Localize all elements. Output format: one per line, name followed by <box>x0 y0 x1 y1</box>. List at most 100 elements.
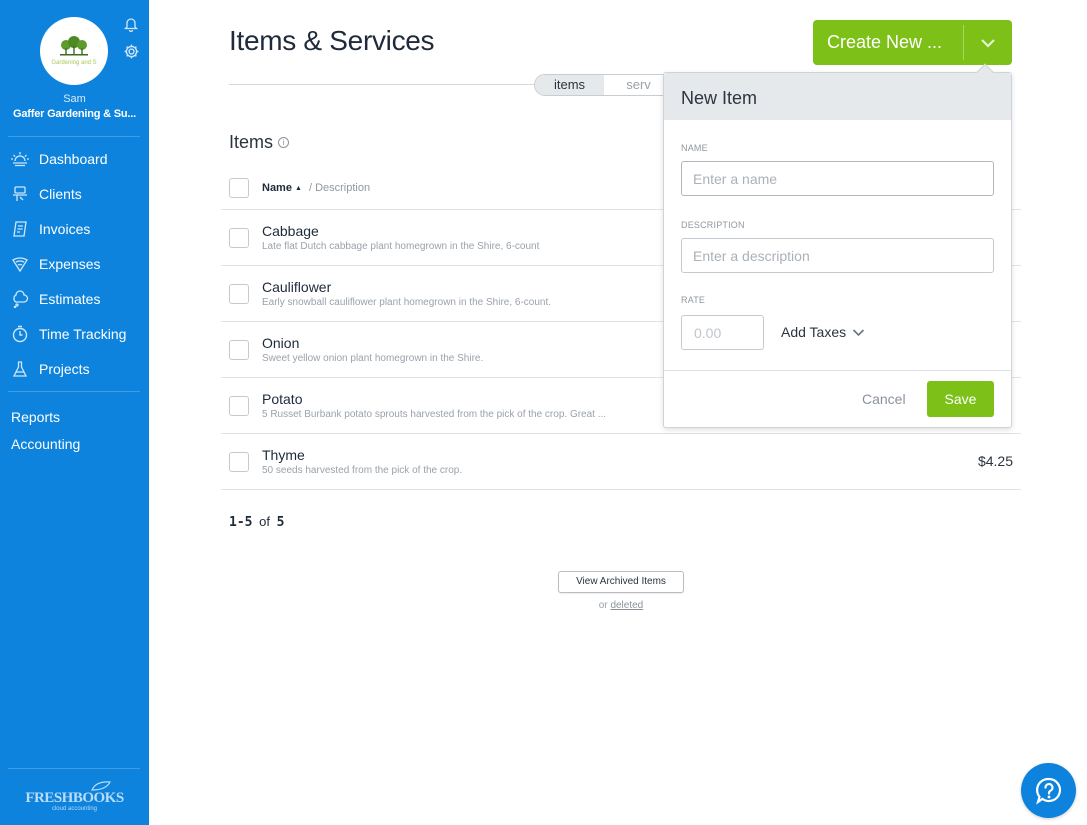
row-text: Thyme 50 seeds harvested from the pick of… <box>262 447 462 476</box>
name-column-header[interactable]: Name ▲ / Description <box>262 182 370 194</box>
info-icon[interactable]: i <box>278 137 290 148</box>
create-new-button[interactable]: Create New ... <box>813 20 963 65</box>
estimates-icon <box>10 289 30 309</box>
name-header-label: Name <box>262 182 292 194</box>
tree-logo-icon <box>60 36 88 56</box>
gear-icon[interactable] <box>122 42 140 60</box>
sidebar-divider <box>8 391 140 392</box>
sidebar-item-dashboard[interactable]: Dashboard <box>0 141 149 176</box>
description-label: DESCRIPTION <box>681 220 745 230</box>
page-total: 5 <box>276 515 285 530</box>
item-description: 50 seeds harvested from the pick of the … <box>262 465 463 476</box>
stopwatch-icon <box>10 324 30 344</box>
save-button[interactable]: Save <box>927 381 994 417</box>
item-name[interactable]: Onion <box>262 335 483 351</box>
help-button[interactable] <box>1021 763 1076 818</box>
sidebar-item-label: Estimates <box>39 290 101 307</box>
brand-tagline: cloud accounting <box>51 806 98 812</box>
slash-separator: / <box>305 182 316 194</box>
create-new-button-group: Create New ... <box>813 20 1012 65</box>
dashboard-icon <box>10 149 30 169</box>
sidebar-item-clients[interactable]: Clients <box>0 176 149 211</box>
sidebar-item-estimates[interactable]: Estimates <box>0 281 149 316</box>
item-name[interactable]: Cauliflower <box>262 279 551 295</box>
freshbooks-logo: FRESHBOOKS cloud accounting <box>0 778 149 812</box>
title-divider <box>229 84 539 85</box>
company-avatar[interactable]: Gardening and S <box>40 17 108 85</box>
create-new-dropdown-button[interactable] <box>964 20 1012 65</box>
sidebar: Gardening and S Sam Gaffer Gardening & S… <box>0 0 149 825</box>
sidebar-item-label: Invoices <box>39 220 91 237</box>
row-text: Cabbage Late flat Dutch cabbage plant hom… <box>262 223 539 252</box>
row-checkbox[interactable] <box>229 283 249 304</box>
item-description: Sweet yellow onion plant homegrown in th… <box>262 353 484 364</box>
sidebar-item-accounting[interactable]: Accounting <box>11 431 80 458</box>
add-taxes-dropdown[interactable]: Add Taxes <box>781 324 865 340</box>
user-name: Sam <box>63 93 86 105</box>
rate-label: RATE <box>681 295 706 305</box>
company-name[interactable]: Gaffer Gardening & Su... <box>0 108 149 120</box>
sort-ascending-icon: ▲ <box>294 184 302 192</box>
description-input[interactable] <box>681 238 994 273</box>
item-description: 5 Russet Burbank potato sprouts harveste… <box>262 409 607 420</box>
sidebar-item-label: Dashboard <box>39 150 108 167</box>
sidebar-divider <box>8 768 140 769</box>
pagination-summary: 1-5 of 5 <box>229 514 284 530</box>
cancel-button[interactable]: Cancel <box>862 391 906 407</box>
sidebar-divider <box>8 136 140 137</box>
clients-icon <box>10 184 30 204</box>
item-name[interactable]: Cabbage <box>262 223 539 239</box>
brand-name: FRESHBOOKS <box>25 790 124 806</box>
sidebar-item-reports[interactable]: Reports <box>11 404 80 431</box>
sidebar-item-time-tracking[interactable]: Time Tracking <box>0 316 149 351</box>
row-text: Potato 5 Russet Burbank potato sprouts ha… <box>262 391 606 420</box>
sidebar-item-label: Projects <box>39 360 90 377</box>
chevron-down-icon <box>853 328 865 336</box>
table-row[interactable]: Thyme 50 seeds harvested from the pick of… <box>221 434 1021 490</box>
rate-input[interactable] <box>681 315 764 350</box>
name-label: NAME <box>681 143 708 153</box>
items-heading: Items i <box>229 132 290 153</box>
expenses-icon <box>10 254 30 274</box>
description-header-label[interactable]: Description <box>315 182 370 194</box>
sidebar-item-invoices[interactable]: Invoices <box>0 211 149 246</box>
sidebar-item-label: Clients <box>39 185 82 202</box>
avatar-text: Gardening and S <box>51 60 97 66</box>
sidebar-item-label: Expenses <box>39 255 101 272</box>
new-item-popover: New Item NAME DESCRIPTION RATE Add Taxes… <box>663 63 1012 428</box>
item-name[interactable]: Potato <box>262 391 606 407</box>
or-text: or <box>598 600 608 611</box>
item-name[interactable]: Thyme <box>262 447 462 463</box>
popover-divider <box>664 370 1011 371</box>
flask-icon <box>10 359 30 379</box>
row-text: Cauliflower Early snowball cauliflower pl… <box>262 279 551 308</box>
chevron-down-icon <box>981 38 995 48</box>
sidebar-item-projects[interactable]: Projects <box>0 351 149 386</box>
toggle-items[interactable]: items <box>535 75 604 95</box>
or-deleted: or deleted <box>558 600 684 611</box>
item-description: Late flat Dutch cabbage plant homegrown … <box>262 241 540 252</box>
row-checkbox[interactable] <box>229 227 249 248</box>
popover-title: New Item <box>664 73 1011 120</box>
sidebar-item-expenses[interactable]: Expenses <box>0 246 149 281</box>
help-chat-icon <box>1035 777 1061 805</box>
app: Gardening and S Sam Gaffer Gardening & S… <box>0 0 1087 825</box>
invoices-icon <box>10 219 30 239</box>
row-checkbox[interactable] <box>229 395 249 416</box>
deleted-link[interactable]: deleted <box>610 600 643 611</box>
sidebar-secondary-nav: Reports Accounting <box>11 404 80 458</box>
page-title: Items & Services <box>229 25 435 56</box>
row-text: Onion Sweet yellow onion plant homegrown … <box>262 335 483 364</box>
row-checkbox[interactable] <box>229 451 249 472</box>
row-checkbox[interactable] <box>229 339 249 360</box>
sidebar-nav: Dashboard Clients Invoices Expenses Esti… <box>0 141 149 386</box>
pager-of: of <box>259 514 270 529</box>
items-services-toggle: items serv <box>534 74 674 96</box>
select-all-checkbox[interactable] <box>229 178 249 198</box>
bell-icon[interactable] <box>122 15 140 33</box>
name-input[interactable] <box>681 161 994 196</box>
leaf-icon <box>91 781 111 791</box>
view-archived-items-button[interactable]: View Archived Items <box>558 571 684 593</box>
add-taxes-label: Add Taxes <box>781 324 847 340</box>
item-rate: $4.25 <box>977 453 1013 469</box>
